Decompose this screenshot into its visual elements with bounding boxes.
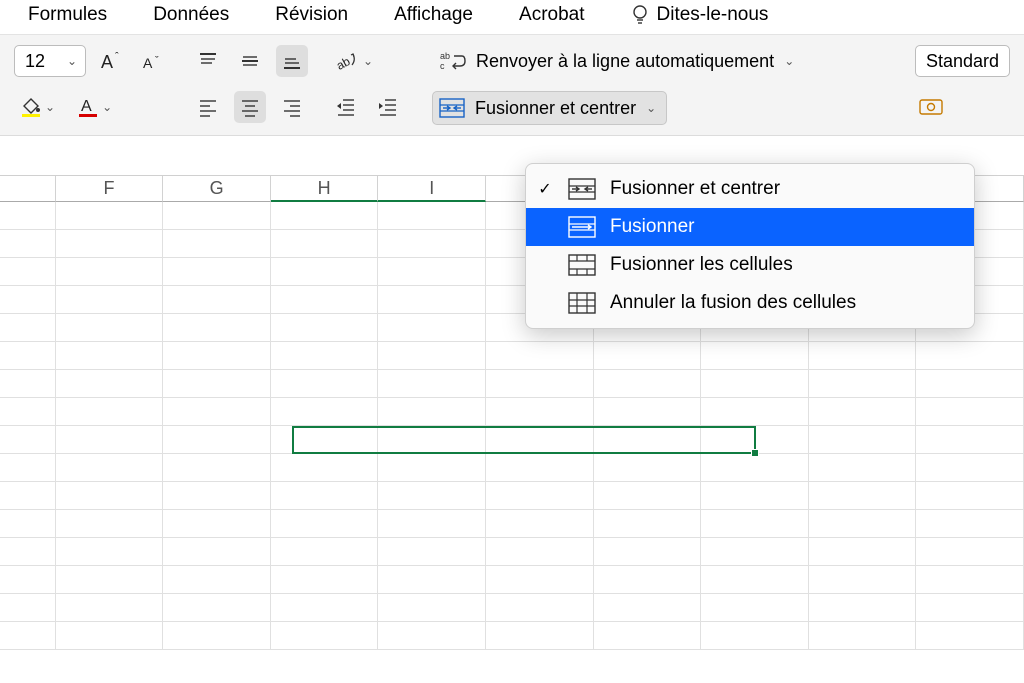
svg-text:A: A xyxy=(143,55,153,71)
wrap-text-button[interactable]: ab c Renvoyer à la ligne automatiquement… xyxy=(432,45,802,77)
tab-view[interactable]: Affichage xyxy=(394,4,473,26)
font-color-button[interactable]: A ⌄ xyxy=(71,91,118,123)
ribbon-toolbar: 12 ⌄ A ˆ A ˇ xyxy=(0,34,1024,136)
svg-text:c: c xyxy=(440,61,445,71)
chevron-down-icon: ⌄ xyxy=(646,101,656,115)
fill-color-button[interactable]: ⌄ xyxy=(14,91,61,123)
chevron-down-icon: ⌄ xyxy=(363,54,373,68)
svg-text:ab: ab xyxy=(336,54,353,72)
tab-formulas[interactable]: Formules xyxy=(28,4,107,26)
align-center-button[interactable] xyxy=(234,91,266,123)
svg-text:ˇ: ˇ xyxy=(155,55,159,67)
menu-item-merge-cells[interactable]: Fusionner les cellules xyxy=(526,246,974,284)
font-color-icon: A xyxy=(77,96,99,118)
svg-text:A: A xyxy=(81,98,92,115)
paint-bucket-icon xyxy=(20,96,42,118)
number-format-label: Standard xyxy=(926,51,999,72)
decrease-font-button[interactable]: A ˇ xyxy=(138,45,170,77)
align-right-button[interactable] xyxy=(276,91,308,123)
column-header-g[interactable]: G xyxy=(163,176,271,202)
column-header-f[interactable]: F xyxy=(56,176,164,202)
alignment-group xyxy=(192,45,308,123)
merge-center-label: Fusionner et centrer xyxy=(475,98,636,119)
orientation-indent-group: ab ⌄ xyxy=(330,45,404,123)
increase-indent-button[interactable] xyxy=(372,91,404,123)
selection-fill-handle[interactable] xyxy=(751,449,759,457)
align-top-button[interactable] xyxy=(192,45,224,77)
align-left-button[interactable] xyxy=(192,91,224,123)
svg-text:ab: ab xyxy=(440,51,450,61)
decrease-indent-button[interactable] xyxy=(330,91,362,123)
chevron-down-icon: ⌄ xyxy=(784,54,794,68)
column-header[interactable] xyxy=(0,176,56,202)
merge-center-icon xyxy=(439,98,465,118)
font-size-select[interactable]: 12 ⌄ xyxy=(14,45,86,77)
wrap-text-label: Renvoyer à la ligne automatiquement xyxy=(476,51,774,72)
chevron-down-icon: ⌄ xyxy=(102,100,112,114)
merge-center-icon xyxy=(568,178,596,200)
chevron-down-icon: ⌄ xyxy=(45,100,55,114)
lightbulb-icon xyxy=(631,4,649,26)
font-size-value: 12 xyxy=(25,51,45,72)
tab-data[interactable]: Données xyxy=(153,4,229,26)
wrap-merge-group: ab c Renvoyer à la ligne automatiquement… xyxy=(432,45,802,125)
accounting-format-button[interactable] xyxy=(915,91,947,123)
orientation-button[interactable]: ab ⌄ xyxy=(330,45,379,77)
menu-item-label: Fusionner xyxy=(610,216,695,238)
font-group: 12 ⌄ A ˆ A ˇ xyxy=(14,45,170,123)
menu-item-unmerge[interactable]: Annuler la fusion des cellules xyxy=(526,284,974,322)
merge-cells-icon xyxy=(568,254,596,276)
wrap-text-icon: ab c xyxy=(440,50,466,72)
align-bottom-button[interactable] xyxy=(276,45,308,77)
number-format-select[interactable]: Standard xyxy=(915,45,1010,77)
cell-selection[interactable] xyxy=(292,426,756,454)
orientation-icon: ab xyxy=(336,50,360,72)
tab-review[interactable]: Révision xyxy=(275,4,348,26)
column-header-i[interactable]: I xyxy=(378,176,486,202)
column-header-h[interactable]: H xyxy=(271,176,379,202)
svg-text:A: A xyxy=(101,52,113,72)
merge-dropdown-menu: ✓ Fusionner et centrer Fusionner xyxy=(525,163,975,329)
tell-me-search[interactable]: Dites-le-nous xyxy=(631,4,769,26)
menu-item-label: Annuler la fusion des cellules xyxy=(610,292,856,314)
check-icon: ✓ xyxy=(536,179,554,199)
currency-icon xyxy=(919,97,943,117)
menu-item-label: Fusionner les cellules xyxy=(610,254,793,276)
merge-across-icon xyxy=(568,216,596,238)
align-middle-button[interactable] xyxy=(234,45,266,77)
tell-me-label: Dites-le-nous xyxy=(657,4,769,26)
number-format-group: Standard xyxy=(915,45,1010,123)
ribbon-tabs: Formules Données Révision Affichage Acro… xyxy=(0,0,1024,30)
menu-item-merge-across[interactable]: Fusionner xyxy=(526,208,974,246)
increase-font-button[interactable]: A ˆ xyxy=(96,45,128,77)
menu-item-label: Fusionner et centrer xyxy=(610,178,780,200)
tab-acrobat[interactable]: Acrobat xyxy=(519,4,584,26)
unmerge-icon xyxy=(568,292,596,314)
merge-center-button[interactable]: Fusionner et centrer ⌄ xyxy=(432,91,667,125)
menu-item-merge-center[interactable]: ✓ Fusionner et centrer xyxy=(526,170,974,208)
chevron-down-icon: ⌄ xyxy=(67,54,77,68)
svg-text:ˆ: ˆ xyxy=(115,51,119,63)
